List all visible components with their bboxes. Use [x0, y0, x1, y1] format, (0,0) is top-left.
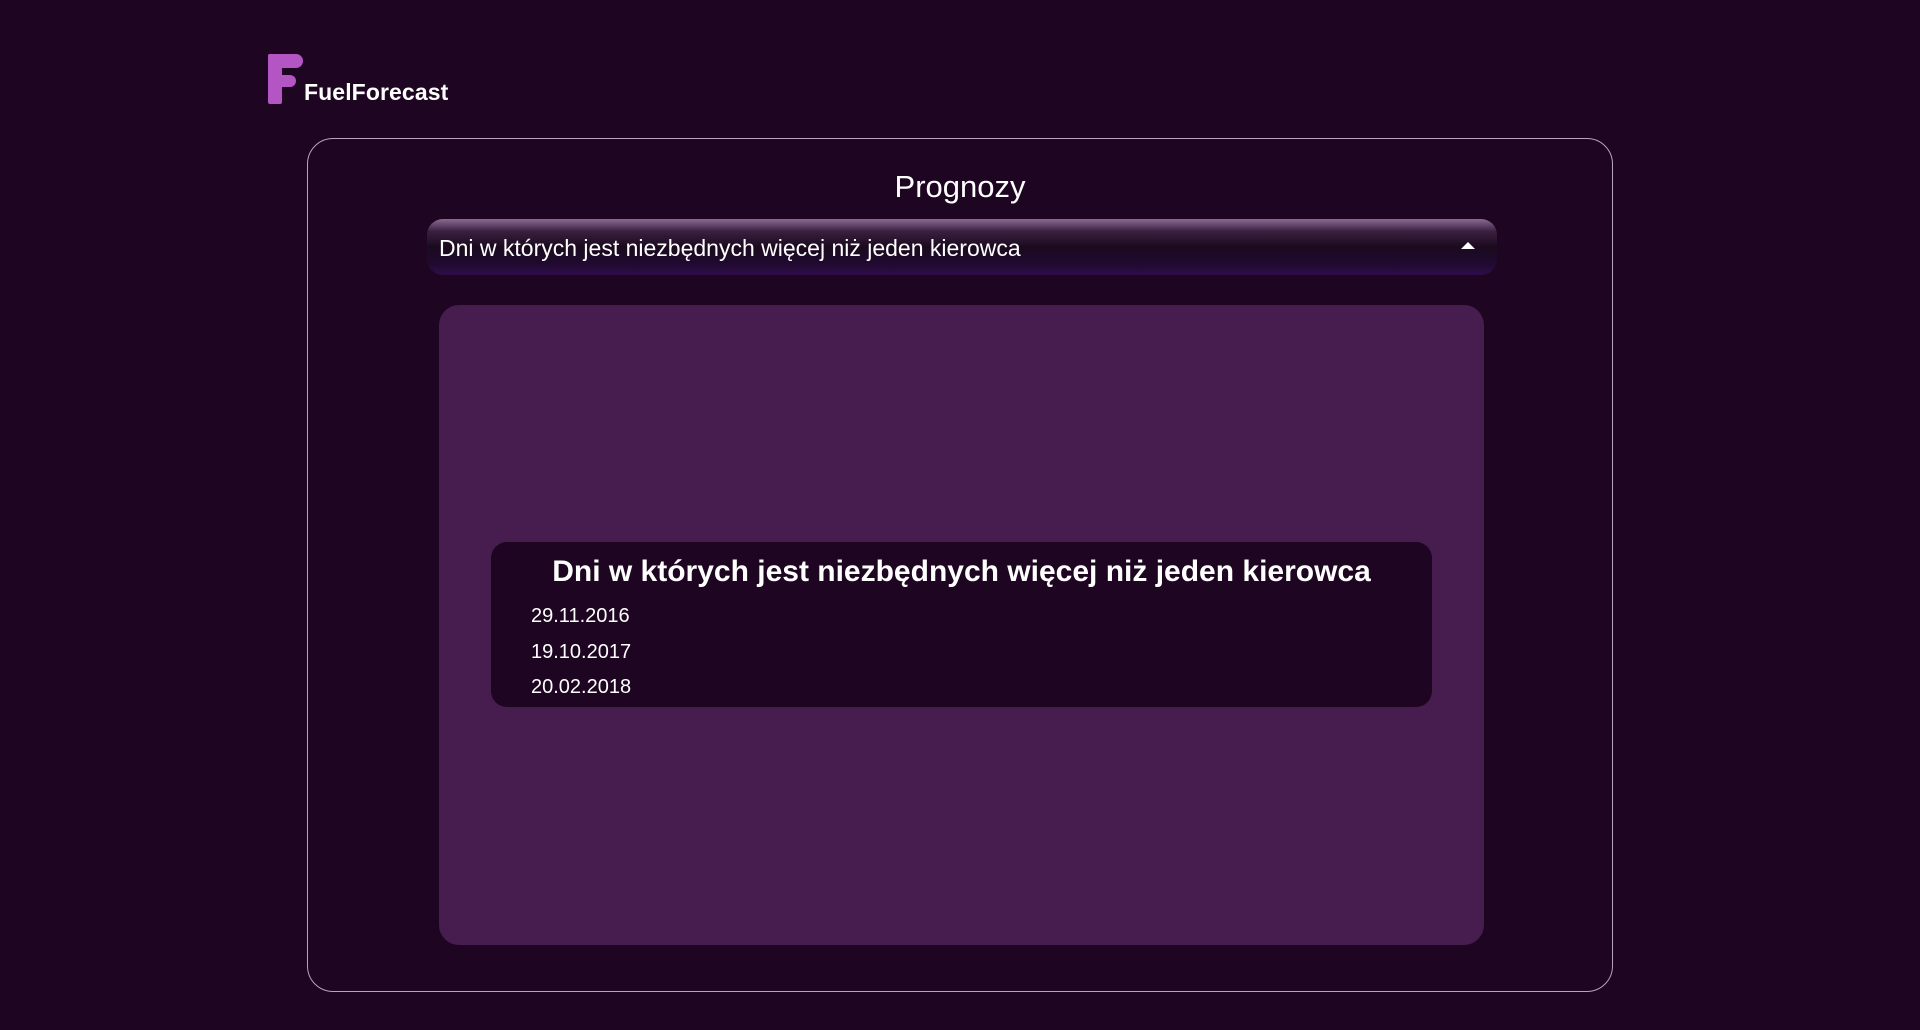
page: FuelForecast Prognozy Dni w których jest…	[0, 0, 1920, 1030]
date-item: 29.11.2016	[531, 605, 630, 627]
caret-up-icon[interactable]	[1461, 242, 1475, 249]
result-title: Dni w których jest niezbędnych więcej ni…	[552, 555, 1371, 588]
forecast-content-area: Dni w których jest niezbędnych więcej ni…	[439, 305, 1484, 945]
forecast-select-value: Dni w których jest niezbędnych więcej ni…	[439, 235, 1021, 261]
brand[interactable]: FuelForecast	[268, 54, 448, 104]
fuelforecast-logo-icon	[268, 54, 304, 104]
app-name: FuelForecast	[304, 79, 449, 105]
date-list: 29.11.2016 19.10.2017 20.02.2018	[531, 599, 631, 706]
page-title: Prognozy	[894, 169, 1026, 204]
date-item: 19.10.2017	[531, 640, 632, 663]
forecast-select[interactable]: Dni w których jest niezbędnych więcej ni…	[427, 219, 1497, 275]
forecast-panel: Prognozy Dni w których jest niezbędnych …	[307, 138, 1613, 992]
result-card: Dni w których jest niezbędnych więcej ni…	[491, 542, 1432, 707]
date-item: 20.02.2018	[531, 676, 632, 698]
